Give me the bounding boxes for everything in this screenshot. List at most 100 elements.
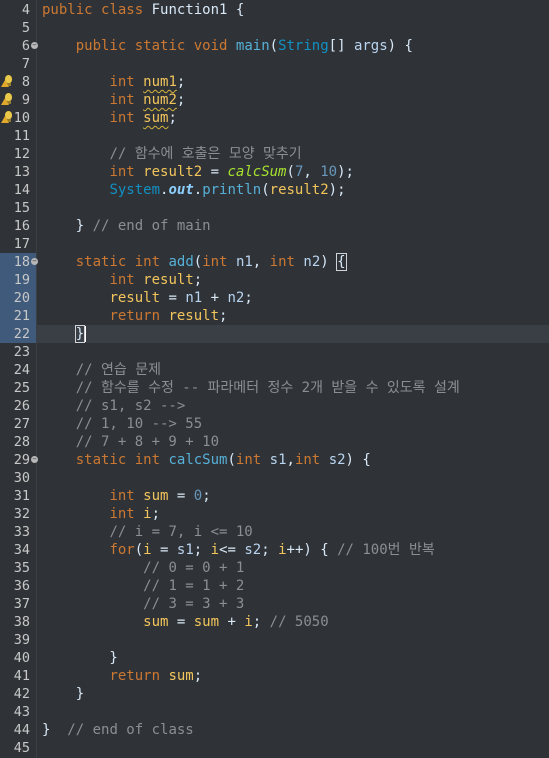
code-line-44[interactable]: 44} // end of class <box>0 721 549 739</box>
code-line-5[interactable]: 5 <box>0 19 549 37</box>
code-line-9[interactable]: 9 int num2; <box>0 91 549 109</box>
code-line-32[interactable]: 32 int i; <box>0 505 549 523</box>
code-line-24[interactable]: 24 // 연습 문제 <box>0 361 549 379</box>
line-number: 38 <box>13 614 30 630</box>
code-text[interactable]: int sum; <box>42 109 176 127</box>
line-number: 21 <box>13 308 30 324</box>
code-text[interactable]: public static void main(String[] args) { <box>42 37 413 55</box>
code-text[interactable]: static int calcSum(int s1,int s2) { <box>42 451 371 469</box>
code-text[interactable]: // i = 7, i <= 10 <box>42 523 252 541</box>
code-text[interactable]: // 함수를 수정 -- 파라메터 정수 2개 받을 수 있도록 설계 <box>42 379 460 397</box>
code-line-34[interactable]: 34 for(i = s1; i<= s2; i++) { // 100번 반복 <box>0 541 549 559</box>
code-text[interactable]: return result; <box>42 307 227 325</box>
line-number: 43 <box>13 704 30 720</box>
code-line-22[interactable]: 22 } <box>0 325 549 343</box>
line-number: 37 <box>13 596 30 612</box>
code-text[interactable]: int result; <box>42 271 202 289</box>
code-line-25[interactable]: 25 // 함수를 수정 -- 파라메터 정수 2개 받을 수 있도록 설계 <box>0 379 549 397</box>
line-number: 16 <box>13 218 30 234</box>
fold-collapse-icon[interactable]: − <box>31 258 38 265</box>
code-text[interactable]: System.out.println(result2); <box>42 181 345 199</box>
code-line-17[interactable]: 17 <box>0 235 549 253</box>
code-text[interactable]: // 1 = 1 + 2 <box>42 577 244 595</box>
code-line-4[interactable]: 4 public class Function1 { <box>0 1 549 19</box>
line-number: 14 <box>13 182 30 198</box>
line-number: 24 <box>13 362 30 378</box>
code-text[interactable]: static int add(int n1, int n2) { <box>42 253 347 271</box>
code-text[interactable]: // 함수에 호출은 모양 맞추기 <box>42 145 301 163</box>
code-line-43[interactable]: 43 <box>0 703 549 721</box>
code-line-16[interactable]: 16 } // end of main <box>0 217 549 235</box>
code-line-20[interactable]: 20 result = n1 + n2; <box>0 289 549 307</box>
code-text[interactable]: int sum = 0; <box>42 487 210 505</box>
lightbulb-warning-icon[interactable] <box>1 75 14 88</box>
code-line-37[interactable]: 37 // 3 = 3 + 3 <box>0 595 549 613</box>
code-line-8[interactable]: 8 int num1; <box>0 73 549 91</box>
code-line-36[interactable]: 36 // 1 = 1 + 2 <box>0 577 549 595</box>
code-line-28[interactable]: 28 // 7 + 8 + 9 + 10 <box>0 433 549 451</box>
code-line-18[interactable]: 18− static int add(int n1, int n2) { <box>0 253 549 271</box>
line-number: 7 <box>21 56 30 72</box>
code-line-29[interactable]: 29− static int calcSum(int s1,int s2) { <box>0 451 549 469</box>
code-editor[interactable]: 4 public class Function1 {5 6− public stat… <box>0 0 549 758</box>
code-line-42[interactable]: 42 } <box>0 685 549 703</box>
code-text[interactable]: for(i = s1; i<= s2; i++) { // 100번 반복 <box>42 541 434 559</box>
code-text[interactable]: sum = sum + i; // 5050 <box>42 613 329 631</box>
line-number: 18 <box>13 254 30 270</box>
code-line-23[interactable]: 23 <box>0 343 549 361</box>
code-text[interactable]: int i; <box>42 505 160 523</box>
line-number: 23 <box>13 344 30 360</box>
line-number: 5 <box>21 20 30 36</box>
code-text[interactable]: } <box>42 649 117 667</box>
code-line-39[interactable]: 39 <box>0 631 549 649</box>
code-text[interactable]: } <box>42 325 87 343</box>
code-line-10[interactable]: 10 int sum; <box>0 109 549 127</box>
code-line-31[interactable]: 31 int sum = 0; <box>0 487 549 505</box>
code-text[interactable]: int num2; <box>42 91 185 109</box>
code-text[interactable]: // 7 + 8 + 9 + 10 <box>42 433 219 451</box>
code-line-7[interactable]: 7 <box>0 55 549 73</box>
code-line-21[interactable]: 21 return result; <box>0 307 549 325</box>
code-text[interactable]: result = n1 + n2; <box>42 289 252 307</box>
fold-collapse-icon[interactable]: − <box>31 456 38 463</box>
lightbulb-warning-icon[interactable] <box>1 111 14 124</box>
code-text[interactable]: } // end of main <box>42 217 211 235</box>
code-line-41[interactable]: 41 return sum; <box>0 667 549 685</box>
code-line-6[interactable]: 6− public static void main(String[] args… <box>0 37 549 55</box>
code-text[interactable]: // 0 = 0 + 1 <box>42 559 244 577</box>
line-number: 32 <box>13 506 30 522</box>
code-text[interactable]: // s1, s2 --> <box>42 397 186 415</box>
fold-collapse-icon[interactable]: − <box>31 42 38 49</box>
code-line-38[interactable]: 38 sum = sum + i; // 5050 <box>0 613 549 631</box>
code-text[interactable]: // 1, 10 --> 55 <box>42 415 202 433</box>
code-text[interactable]: return sum; <box>42 667 202 685</box>
code-line-40[interactable]: 40 } <box>0 649 549 667</box>
code-text[interactable]: int result2 = calcSum(7, 10); <box>42 163 354 181</box>
code-line-30[interactable]: 30 <box>0 469 549 487</box>
code-text[interactable]: } <box>42 685 84 703</box>
line-number: 22 <box>13 326 30 342</box>
code-line-27[interactable]: 27 // 1, 10 --> 55 <box>0 415 549 433</box>
code-text[interactable]: public class Function1 { <box>42 1 244 19</box>
code-line-12[interactable]: 12 // 함수에 호출은 모양 맞추기 <box>0 145 549 163</box>
code-line-35[interactable]: 35 // 0 = 0 + 1 <box>0 559 549 577</box>
code-line-33[interactable]: 33 // i = 7, i <= 10 <box>0 523 549 541</box>
line-number: 19 <box>13 272 30 288</box>
line-number: 39 <box>13 632 30 648</box>
line-number: 40 <box>13 650 30 666</box>
code-line-45[interactable]: 45 <box>0 739 549 757</box>
line-number: 31 <box>13 488 30 504</box>
lightbulb-warning-icon[interactable] <box>1 93 14 106</box>
code-line-13[interactable]: 13 int result2 = calcSum(7, 10); <box>0 163 549 181</box>
code-line-19[interactable]: 19 int result; <box>0 271 549 289</box>
code-line-14[interactable]: 14 System.out.println(result2); <box>0 181 549 199</box>
code-line-11[interactable]: 11 <box>0 127 549 145</box>
line-number: 20 <box>13 290 30 306</box>
code-text[interactable]: // 3 = 3 + 3 <box>42 595 244 613</box>
line-number: 13 <box>13 164 30 180</box>
code-line-15[interactable]: 15 <box>0 199 549 217</box>
code-text[interactable]: } // end of class <box>42 721 194 739</box>
code-text[interactable]: // 연습 문제 <box>42 361 161 379</box>
code-text[interactable]: int num1; <box>42 73 185 91</box>
code-line-26[interactable]: 26 // s1, s2 --> <box>0 397 549 415</box>
